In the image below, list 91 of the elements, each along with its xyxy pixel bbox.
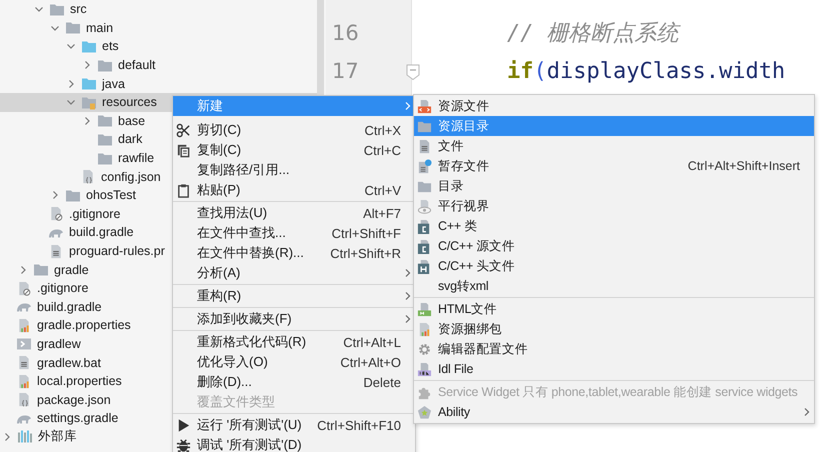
shortcut-text: Ctrl+C — [364, 142, 401, 158]
chevron-down-icon[interactable] — [34, 4, 44, 14]
menu-item[interactable]: C/C++ 头文件 — [414, 256, 814, 276]
menu-item[interactable]: Idl File — [414, 359, 814, 379]
copy-icon — [176, 142, 191, 158]
menu-item[interactable]: 剪切(C) Ctrl+X — [173, 120, 415, 140]
shortcut-text: Delete — [363, 374, 401, 390]
menu-item[interactable]: 粘贴(P) Ctrl+V — [173, 180, 415, 200]
menu-item[interactable]: 删除(D)... Delete — [173, 372, 415, 392]
menu-item[interactable]: Ability — [414, 402, 814, 422]
tree-row[interactable]: src — [0, 0, 317, 19]
chevron-right-icon — [404, 314, 412, 324]
menu-item[interactable]: 资源捆绑包 — [414, 319, 814, 339]
menu-item[interactable]: 在文件中替换(R)... Ctrl+Shift+R — [173, 243, 415, 263]
chevron-right-icon — [404, 101, 412, 111]
shortcut-text: Ctrl+Alt+Shift+Insert — [688, 159, 800, 173]
menu-item[interactable]: C/C++ 源文件 — [414, 236, 814, 256]
menu-item[interactable]: 分析(A) — [173, 263, 415, 283]
chevron-right-icon[interactable] — [82, 60, 92, 70]
line-number: 17 — [332, 59, 359, 83]
script-file-icon — [16, 336, 32, 352]
menu-item[interactable]: 调试 '所有测试'(D) — [173, 435, 415, 452]
menu-item[interactable]: 资源文件 — [414, 96, 814, 116]
folder-icon — [97, 150, 113, 166]
code-file-icon — [417, 98, 432, 114]
folder-icon — [33, 262, 49, 278]
menu-item[interactable]: 编辑器配置文件 — [414, 339, 814, 359]
fold-marker-icon[interactable] — [406, 64, 420, 80]
shortcut-text: Ctrl+Alt+L — [343, 334, 401, 350]
menu-item[interactable]: 在文件中查找... Ctrl+Shift+F — [173, 223, 415, 243]
menu-item[interactable]: 添加到收藏夹(F) — [173, 309, 415, 329]
shortcut-text: Ctrl+Shift+F — [332, 226, 401, 240]
menu-item[interactable]: 优化导入(O) Ctrl+Alt+O — [173, 352, 415, 372]
text-file-icon — [417, 138, 432, 154]
tree-row[interactable]: java — [0, 74, 317, 93]
chevron-right-icon[interactable] — [66, 78, 76, 89]
folder-icon — [49, 2, 65, 17]
scissors-icon — [176, 122, 191, 138]
c-file-icon — [417, 238, 432, 254]
chevron-right-icon — [803, 407, 811, 417]
c-file-icon — [417, 218, 432, 234]
menu-item[interactable]: 暂存文件 Ctrl+Alt+Shift+Insert — [414, 156, 814, 176]
menu-item[interactable]: 目录 — [414, 176, 814, 196]
shortcut-text: Ctrl+Shift+F10 — [317, 418, 401, 432]
menu-item[interactable]: 复制路径/引用... — [173, 160, 415, 180]
chevron-right-icon[interactable] — [2, 432, 12, 442]
library-icon — [17, 429, 33, 444]
shortcut-text: Alt+F7 — [363, 206, 401, 220]
menu-item[interactable]: 复制(C) Ctrl+C — [173, 140, 415, 160]
menu-item[interactable]: C++ 类 — [414, 216, 814, 236]
menu-item[interactable]: 查找用法(U) Alt+F7 — [173, 203, 415, 223]
menu-item[interactable]: 重构(R) — [173, 286, 415, 306]
tree-row[interactable]: ets — [0, 37, 317, 56]
folder-icon — [97, 58, 113, 73]
html-file-icon — [417, 302, 432, 316]
shortcut-text: Ctrl+X — [364, 122, 401, 138]
shortcut-text: Ctrl+Shift+R — [330, 246, 401, 260]
clipboard-icon — [176, 182, 191, 198]
folder-icon — [97, 132, 113, 147]
code-comment: // 栅格断点系统 — [507, 20, 679, 48]
code-line: if(displayClass.width — [507, 58, 786, 84]
folder-icon — [81, 38, 97, 54]
chevron-right-icon[interactable] — [50, 190, 60, 200]
chevron-right-icon — [404, 268, 412, 278]
folder-icon — [65, 188, 81, 203]
pentagon-icon — [417, 404, 432, 420]
menu-item[interactable]: HTML文件 — [414, 299, 814, 319]
tree-row[interactable]: main — [0, 18, 317, 38]
chevron-down-icon[interactable] — [66, 97, 76, 108]
chevron-right-icon[interactable] — [82, 116, 92, 126]
eye-file-icon — [417, 198, 432, 214]
chevron-down-icon[interactable] — [66, 41, 76, 52]
resource-folder-icon — [81, 94, 97, 110]
menu-item[interactable]: 重新格式化代码(R) Ctrl+Alt+L — [173, 332, 415, 352]
menu-item[interactable]: 平行视界 — [414, 196, 814, 216]
scratch-file-icon — [417, 158, 432, 174]
folder-icon — [65, 20, 81, 36]
chevron-right-icon[interactable] — [18, 264, 28, 275]
menu-item[interactable]: 运行 '所有测试'(U) Ctrl+Shift+F10 — [173, 415, 415, 435]
tree-row[interactable]: default — [0, 56, 317, 74]
chevron-right-icon — [404, 291, 412, 301]
menu-item[interactable]: svg转xml — [414, 276, 814, 296]
properties-file-icon — [417, 322, 432, 336]
idl-file-icon — [417, 362, 432, 376]
menu-item[interactable]: 文件 — [414, 136, 814, 156]
h-file-icon — [417, 258, 432, 274]
play-icon — [176, 418, 191, 432]
shortcut-text: Ctrl+Alt+O — [340, 354, 401, 370]
shortcut-text: Ctrl+V — [364, 182, 401, 198]
gear-icon — [417, 342, 432, 356]
line-number: 16 — [332, 21, 359, 45]
